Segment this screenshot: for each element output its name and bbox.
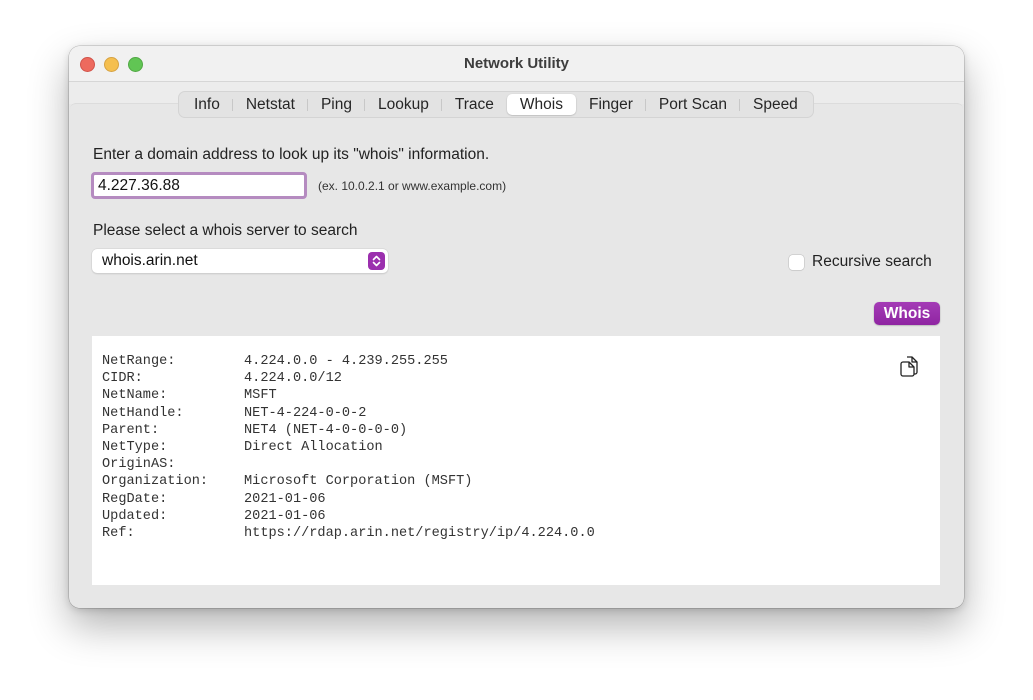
title-bar: Network Utility: [69, 46, 964, 82]
whois-output-text: NetRange: 4.224.0.0 - 4.239.255.255 CIDR: 4…: [102, 353, 595, 542]
whois-field-value: NET4 (NET-4-0-0-0-0): [244, 422, 408, 438]
whois-output-row: Parent: NET4 (NET-4-0-0-0-0): [102, 422, 595, 439]
domain-label: Enter a domain address to look up its "w…: [93, 146, 490, 163]
whois-field-name: NetType:: [102, 440, 168, 456]
whois-field-value: 4.224.0.0 - 4.239.255.255: [244, 354, 448, 369]
whois-field-name: NetName:: [102, 388, 168, 404]
recursive-search-checkbox[interactable]: [789, 254, 804, 270]
copy-documents-icon[interactable]: [898, 354, 920, 378]
whois-field-value: MSFT: [244, 388, 277, 404]
whois-server-select[interactable]: whois.arin.net: [92, 249, 388, 273]
whois-field-name: Ref:: [102, 526, 135, 542]
whois-output-row: Ref: https://rdap.arin.net/registry/ip/4.…: [102, 525, 595, 542]
whois-field-name: CIDR:: [102, 371, 143, 387]
whois-output-row: NetName: MSFT: [102, 387, 595, 404]
whois-output-row: NetHandle: NET-4-224-0-0-2: [102, 405, 595, 422]
whois-field-value: Direct Allocation: [244, 440, 383, 456]
whois-field-value: 2021-01-06: [244, 491, 326, 507]
chevron-up-down-icon: [368, 252, 385, 270]
tab-port-scan[interactable]: Port Scan: [646, 94, 741, 115]
network-utility-window: Network Utility Info Netstat Ping Lookup…: [69, 46, 964, 608]
whois-output-row: RegDate: 2021-01-06: [102, 491, 595, 508]
whois-field-name: Updated:: [102, 508, 168, 524]
whois-output-row: CIDR: 4.224.0.0/12: [102, 370, 595, 387]
window-title: Network Utility: [463, 55, 569, 72]
tab-ping[interactable]: Ping: [308, 94, 366, 115]
tab-lookup[interactable]: Lookup: [365, 94, 442, 115]
whois-output-row: NetType: Direct Allocation: [102, 439, 595, 456]
tab-whois[interactable]: Whois: [506, 94, 576, 115]
whois-output-row: OriginAS:: [102, 456, 595, 473]
whois-button[interactable]: Whois: [874, 302, 940, 325]
tab-speed[interactable]: Speed: [740, 94, 811, 115]
tab-finger[interactable]: Finger: [576, 94, 646, 115]
tab-netstat[interactable]: Netstat: [233, 94, 309, 115]
whois-field-value: Microsoft Corporation (MSFT): [244, 474, 473, 490]
recursive-search-label: Recursive search: [812, 253, 932, 270]
whois-field-value: 4.224.0.0/12: [244, 371, 342, 387]
whois-field-value: NET-4-224-0-0-2: [244, 405, 367, 421]
domain-input[interactable]: [94, 175, 304, 196]
whois-output-row: Updated: 2021-01-06: [102, 508, 595, 525]
whois-field-name: OriginAS:: [102, 457, 176, 473]
whois-field-name: NetRange:: [102, 354, 176, 369]
whois-output-row: NetRange: 4.224.0.0 - 4.239.255.255: [102, 353, 595, 370]
whois-field-value: https://rdap.arin.net/registry/ip/4.224.…: [244, 526, 595, 542]
tab-info[interactable]: Info: [181, 94, 233, 115]
whois-field-value: 2021-01-06: [244, 508, 326, 524]
recursive-search-option[interactable]: Recursive search: [789, 253, 932, 271]
whois-output: NetRange: 4.224.0.0 - 4.239.255.255 CIDR: 4…: [92, 336, 940, 585]
whois-server-value: whois.arin.net: [102, 252, 198, 269]
whois-output-row: Organization: Microsoft Corporation (MSFT…: [102, 473, 595, 490]
server-label: Please select a whois server to search: [93, 222, 358, 239]
whois-field-name: NetHandle:: [102, 405, 184, 421]
whois-field-name: Organization:: [102, 474, 209, 490]
domain-hint: (ex. 10.0.2.1 or www.example.com): [318, 179, 507, 193]
tab-trace[interactable]: Trace: [442, 94, 507, 115]
domain-input-frame: [91, 172, 307, 199]
whois-field-name: RegDate:: [102, 491, 168, 507]
tab-bar: Info Netstat Ping Lookup Trace Whois Fin…: [178, 91, 814, 118]
whois-field-name: Parent:: [102, 422, 160, 438]
